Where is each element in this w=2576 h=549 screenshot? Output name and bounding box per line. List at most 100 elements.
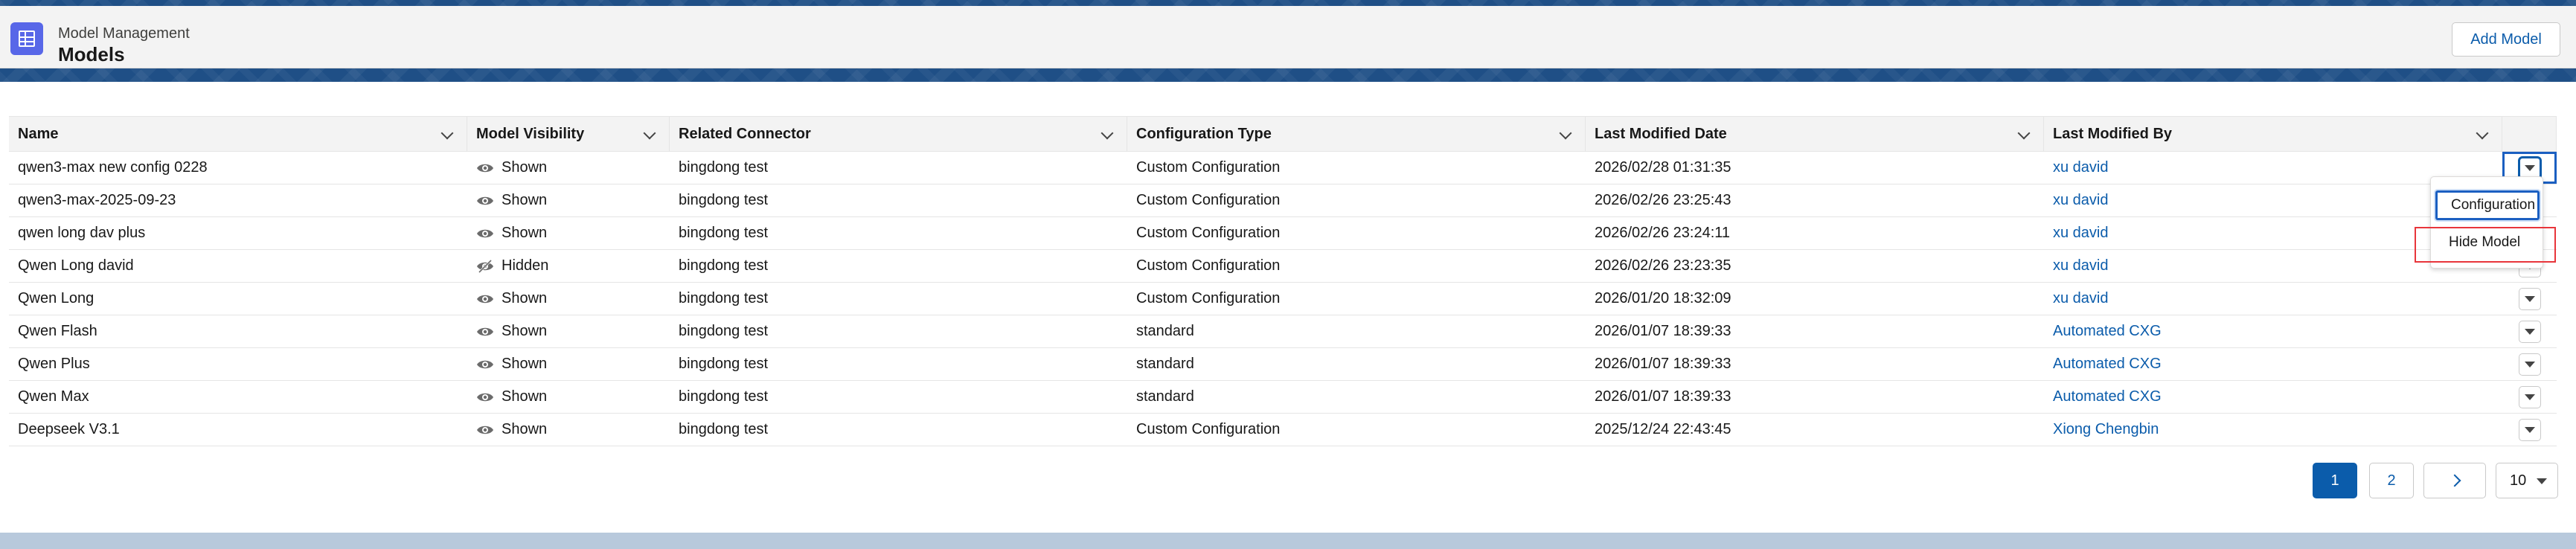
related-connector: bingdong test — [679, 356, 769, 372]
eye-icon — [476, 226, 496, 241]
row-action-button[interactable] — [2518, 156, 2541, 179]
chevron-down-icon — [2524, 164, 2535, 171]
model-visibility: Shown — [467, 381, 670, 413]
column-header-config-type[interactable]: Configuration Type — [1127, 117, 1586, 151]
table-body: qwen3-max new config 0228 Shown bingdong t… — [9, 152, 2557, 446]
configuration-type: Custom Configuration — [1136, 290, 1281, 306]
models-panel: Name Model Visibility Related Connector … — [0, 82, 2576, 533]
chevron-down-icon — [2524, 295, 2535, 302]
row-action-button[interactable] — [2518, 287, 2541, 310]
last-modified-date: 2026/02/26 23:24:11 — [1595, 225, 1731, 241]
column-header-modified-by[interactable]: Last Modified By — [2044, 117, 2502, 151]
row-action-button[interactable] — [2518, 418, 2541, 441]
chevron-down-icon — [2524, 328, 2535, 335]
column-header-connector[interactable]: Related Connector — [670, 117, 1127, 151]
model-visibility: Shown — [467, 348, 670, 380]
chevron-down-icon[interactable] — [440, 126, 454, 140]
last-modified-by-link[interactable]: Automated CXG — [2044, 381, 2502, 413]
chevron-down-icon[interactable] — [2017, 126, 2031, 140]
last-modified-by-link[interactable]: Automated CXG — [2044, 348, 2502, 380]
table-row: qwen long dav plus Shown bingdong test Cust… — [9, 217, 2557, 250]
last-modified-by-link[interactable]: Automated CXG — [2044, 315, 2502, 347]
model-visibility: Shown — [467, 152, 670, 184]
visibility-label: Shown — [502, 225, 548, 241]
visibility-label: Shown — [502, 388, 548, 405]
last-modified-date: 2026/02/26 23:23:35 — [1595, 257, 1731, 274]
page-button-2[interactable]: 2 — [2369, 463, 2414, 498]
column-header-actions — [2502, 117, 2557, 151]
model-name: qwen3-max-2025-09-23 — [18, 192, 176, 208]
configuration-type: standard — [1136, 388, 1194, 405]
visibility-label: Shown — [502, 356, 548, 372]
chevron-down-icon[interactable] — [1100, 126, 1114, 140]
model-name: Deepseek V3.1 — [18, 421, 120, 437]
row-action-button[interactable] — [2518, 385, 2541, 408]
chevron-down-icon[interactable] — [643, 126, 656, 140]
last-modified-by-link[interactable]: Xiong Chengbin — [2044, 414, 2502, 446]
column-header-modified-date[interactable]: Last Modified Date — [1586, 117, 2044, 151]
last-modified-date: 2026/02/28 01:31:35 — [1595, 159, 1731, 176]
eye-icon — [476, 324, 496, 339]
page-header: Model Management Models Add Model — [0, 6, 2576, 68]
next-page-button[interactable] — [2423, 463, 2486, 498]
column-header-name[interactable]: Name — [9, 117, 467, 151]
related-connector: bingdong test — [679, 257, 769, 274]
last-modified-date: 2026/01/07 18:39:33 — [1595, 323, 1731, 339]
eye-icon — [476, 193, 496, 208]
configuration-type: Custom Configuration — [1136, 159, 1281, 176]
chevron-right-icon — [2448, 474, 2461, 487]
column-header-visibility[interactable]: Model Visibility — [467, 117, 670, 151]
visibility-label: Shown — [502, 192, 548, 208]
last-modified-date: 2026/01/20 18:32:09 — [1595, 290, 1731, 306]
visibility-label: Shown — [502, 421, 548, 437]
model-visibility: Shown — [467, 283, 670, 315]
table-row: qwen3-max new config 0228 Shown bingdong t… — [9, 152, 2557, 184]
visibility-label: Shown — [502, 159, 548, 176]
eye-icon — [476, 357, 496, 372]
table-row: Qwen Plus Shown bingdong test standard 2026/… — [9, 348, 2557, 381]
chevron-down-icon — [2524, 394, 2535, 400]
eye-icon — [476, 390, 496, 405]
chevron-down-icon — [2524, 426, 2535, 433]
model-name: Qwen Long — [18, 290, 94, 306]
model-visibility: Shown — [467, 217, 670, 249]
related-connector: bingdong test — [679, 388, 769, 405]
related-connector: bingdong test — [679, 225, 769, 241]
page-button-1[interactable]: 1 — [2313, 463, 2357, 498]
row-action-button[interactable] — [2518, 353, 2541, 376]
chevron-down-icon[interactable] — [1559, 126, 1572, 140]
model-visibility: Shown — [467, 414, 670, 446]
model-visibility: Shown — [467, 315, 670, 347]
model-name: qwen long dav plus — [18, 225, 146, 241]
page-size-select[interactable]: 10 — [2496, 463, 2558, 498]
table-row: Deepseek V3.1 Shown bingdong test Custom Co… — [9, 414, 2557, 446]
last-modified-date: 2026/01/07 18:39:33 — [1595, 356, 1731, 372]
configuration-type: Custom Configuration — [1136, 225, 1281, 241]
page-title: Models — [58, 43, 125, 65]
row-action-button[interactable] — [2518, 320, 2541, 343]
visibility-label: Shown — [502, 290, 548, 306]
chevron-down-icon — [2537, 478, 2547, 484]
annotation-highlight — [2415, 227, 2556, 263]
visibility-label: Shown — [502, 323, 548, 339]
eye-icon — [476, 292, 496, 306]
model-visibility: Shown — [467, 184, 670, 216]
table-row: Qwen Long Shown bingdong test Custom Config… — [9, 283, 2557, 315]
related-connector: bingdong test — [679, 421, 769, 437]
add-model-button[interactable]: Add Model — [2452, 22, 2560, 57]
row-actions-cell — [2502, 414, 2557, 446]
model-name: Qwen Flash — [18, 323, 97, 339]
related-connector: bingdong test — [679, 323, 769, 339]
chevron-down-icon[interactable] — [2476, 126, 2489, 140]
configuration-type: Custom Configuration — [1136, 192, 1281, 208]
row-actions-cell — [2502, 315, 2557, 347]
menu-item-configuration[interactable]: Configuration — [2435, 190, 2540, 220]
last-modified-by-link[interactable]: xu david — [2044, 283, 2502, 315]
table-row: Qwen Flash Shown bingdong test standard 2026… — [9, 315, 2557, 348]
table-header: Name Model Visibility Related Connector … — [9, 116, 2557, 152]
related-connector: bingdong test — [679, 192, 769, 208]
footer-background — [0, 533, 2576, 549]
model-visibility: Hidden — [467, 250, 670, 282]
configuration-type: Custom Configuration — [1136, 421, 1281, 437]
last-modified-date: 2025/12/24 22:43:45 — [1595, 421, 1731, 437]
